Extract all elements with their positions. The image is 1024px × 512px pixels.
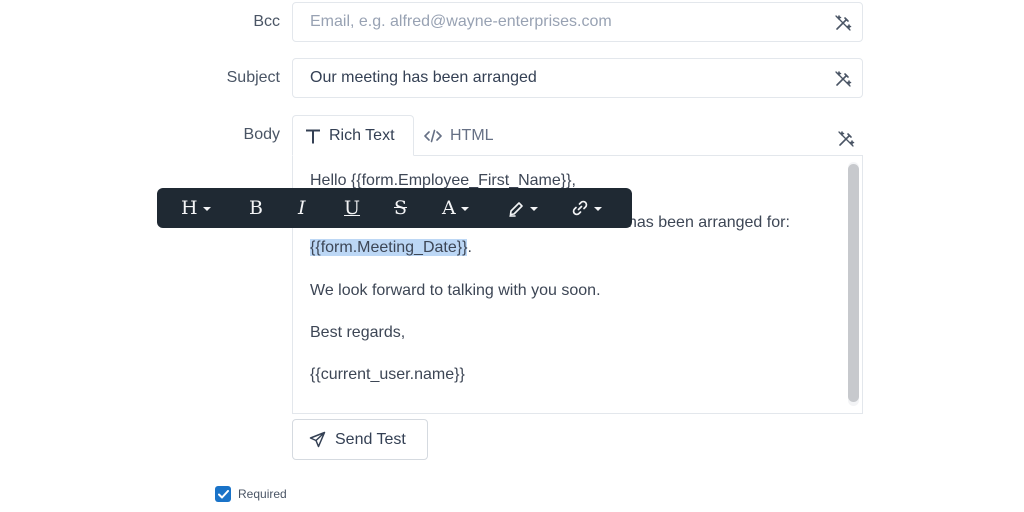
bcc-label: Bcc — [253, 13, 280, 30]
magic-wand-icon[interactable] — [837, 130, 855, 148]
editor-scrollbar[interactable] — [848, 162, 859, 406]
italic-icon: I — [298, 197, 306, 219]
strikethrough-icon: S — [394, 197, 408, 219]
bold-icon: B — [249, 197, 263, 219]
subject-label: Subject — [226, 69, 280, 86]
paper-plane-icon — [309, 431, 326, 448]
bold-button[interactable]: B — [249, 188, 263, 228]
meeting-date-line: {{form.Meeting_Date}}. — [310, 239, 472, 257]
tab-rich-text-label: Rich Text — [329, 126, 395, 144]
highlight-button[interactable] — [507, 188, 538, 228]
required-label: Required — [238, 487, 287, 501]
magic-wand-icon[interactable] — [834, 70, 852, 88]
regards-line: Best regards, — [310, 324, 406, 341]
link-icon — [572, 200, 588, 216]
arranged-line-tail: has been arranged for: — [628, 214, 790, 231]
chevron-down-icon — [594, 207, 602, 211]
font-color-icon: A — [442, 197, 456, 219]
heading-button[interactable]: H — [181, 188, 211, 228]
heading-icon: H — [181, 197, 198, 219]
chevron-down-icon — [460, 207, 469, 211]
bcc-input[interactable]: Email, e.g. alfred@wayne-enterprises.com — [292, 2, 863, 42]
underline-button[interactable]: U — [344, 188, 360, 228]
chevron-down-icon — [530, 207, 538, 211]
tab-rich-text[interactable]: Rich Text — [292, 115, 414, 156]
required-checkbox[interactable] — [215, 486, 231, 502]
body-label: Body — [243, 126, 280, 143]
bcc-placeholder: Email, e.g. alfred@wayne-enterprises.com — [310, 13, 612, 30]
strikethrough-button[interactable]: S — [394, 188, 407, 228]
subject-value: Our meeting has been arranged — [310, 69, 537, 86]
chevron-down-icon — [202, 207, 211, 211]
underline-icon: U — [344, 197, 361, 219]
selected-date-variable: {{form.Meeting_Date}} — [310, 239, 468, 256]
link-button[interactable] — [571, 188, 602, 228]
date-period: . — [467, 239, 472, 256]
subject-input[interactable]: Our meeting has been arranged — [292, 58, 863, 98]
tab-html-label: HTML — [450, 126, 494, 144]
italic-button[interactable]: I — [298, 188, 306, 228]
formatting-toolbar: H B I U S A — [157, 188, 632, 228]
font-color-button[interactable]: A — [442, 188, 469, 228]
code-icon — [424, 129, 442, 142]
send-test-button[interactable]: Send Test — [292, 419, 428, 460]
send-test-label: Send Test — [335, 430, 406, 448]
signature-line: {{current_user.name}} — [310, 366, 465, 383]
tab-html[interactable]: HTML — [424, 115, 494, 156]
required-toggle[interactable]: Required — [215, 486, 287, 502]
scrollbar-thumb[interactable] — [848, 164, 859, 402]
check-icon — [217, 489, 229, 498]
forward-line: We look forward to talking with you soon… — [310, 282, 601, 299]
highlighter-icon — [509, 202, 523, 217]
magic-wand-icon[interactable] — [834, 14, 852, 32]
text-type-icon — [306, 129, 320, 143]
